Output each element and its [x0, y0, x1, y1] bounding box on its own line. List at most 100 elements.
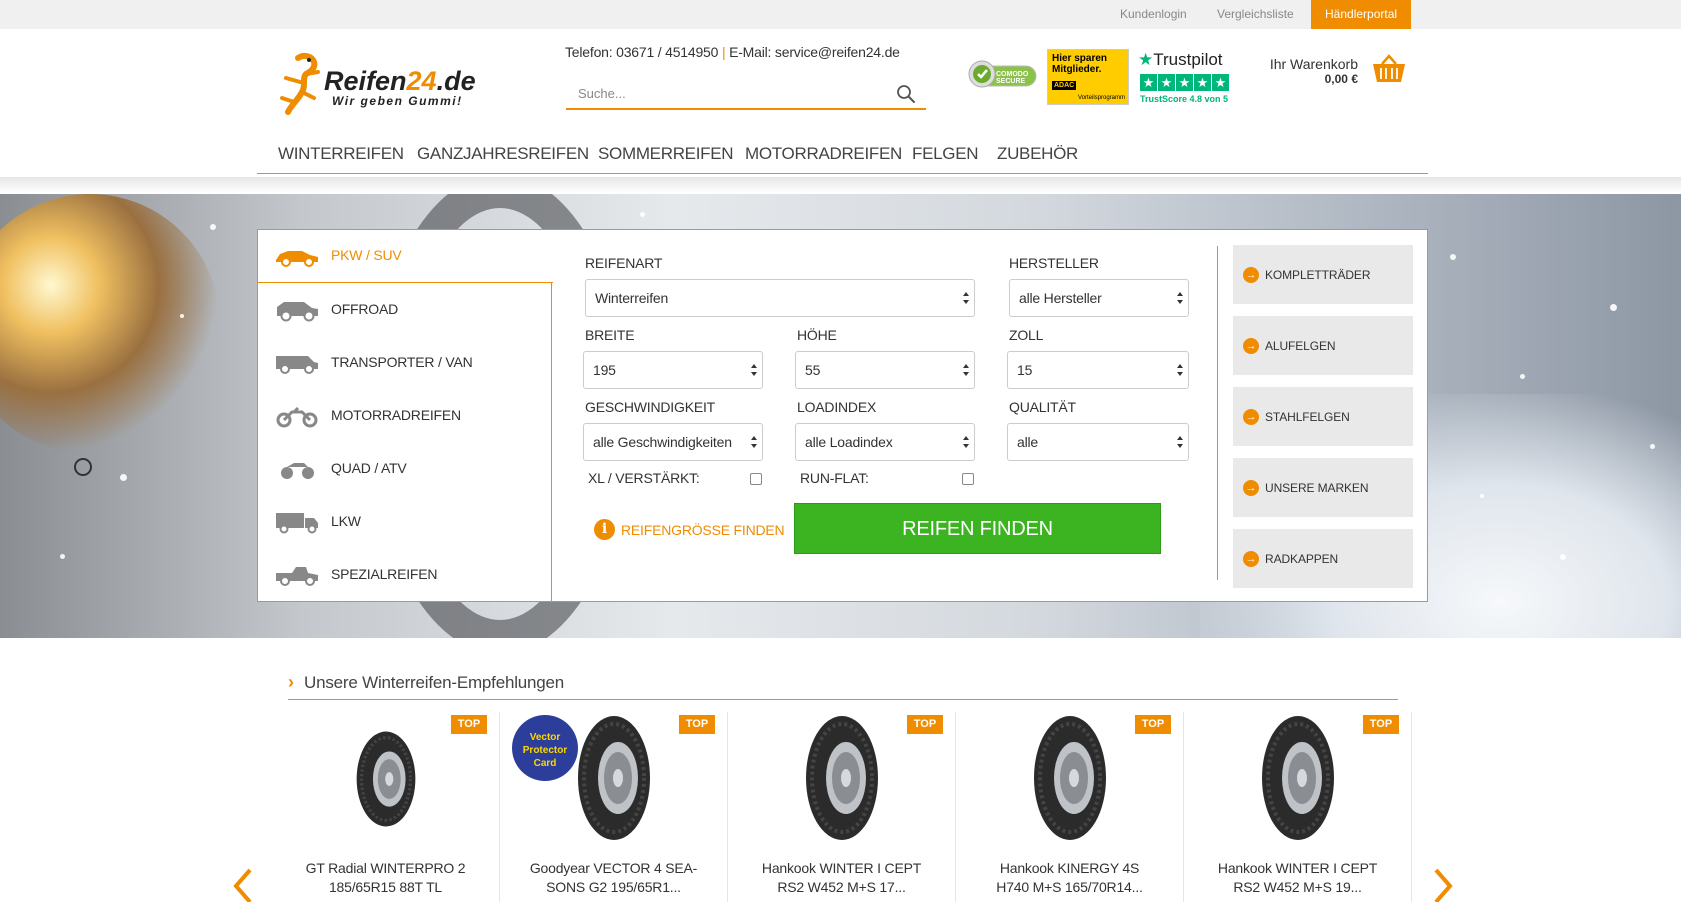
product-name[interactable]: Goodyear VECTOR 4 SEA- SONS G2 195/65R1..…	[500, 859, 727, 897]
tab-motorradreifen[interactable]: MOTORRADREIFEN	[258, 390, 552, 443]
quick-link-alufelgen[interactable]: → ALUFELGEN	[1233, 316, 1413, 375]
logo-wordmark: Reifen24.de	[324, 66, 476, 96]
runflat-checkbox[interactable]	[962, 473, 974, 485]
zoll-select[interactable]: 15	[1007, 351, 1189, 389]
hoehe-select[interactable]: 55	[795, 351, 975, 389]
comodo-label: COMODO SECURE	[996, 71, 1029, 85]
trustpilot-rating-stars: ★ ★ ★ ★ ★	[1140, 74, 1230, 92]
special-vehicle-icon	[276, 567, 318, 586]
search-bar	[566, 78, 926, 110]
select-arrows-icon	[1177, 292, 1183, 304]
quick-link-komplettraeder[interactable]: → KOMPLETTRÄDER	[1233, 245, 1413, 304]
tab-label: PKW / SUV	[331, 247, 402, 263]
customer-login-link[interactable]: Kundenlogin	[1120, 0, 1187, 29]
select-arrows-icon	[1177, 436, 1183, 448]
tab-pkw-suv[interactable]: PKW / SUV	[258, 230, 553, 283]
star-icon: ★	[1194, 74, 1211, 91]
tab-label: TRANSPORTER / VAN	[331, 354, 473, 370]
hersteller-select[interactable]: alle Hersteller	[1009, 279, 1189, 317]
product-card[interactable]: TOP Hankook WINTER I CEPT RS2 W452 M+S 17.…	[728, 712, 956, 902]
cart-label[interactable]: Ihr Warenkorb	[1240, 56, 1358, 72]
comodo-secure-badge[interactable]: COMODO SECURE	[968, 56, 1038, 92]
search-input[interactable]	[566, 78, 886, 108]
tab-offroad[interactable]: OFFROAD	[258, 284, 552, 337]
xl-checkbox[interactable]	[750, 473, 762, 485]
quick-link-unsere-marken[interactable]: → UNSERE MARKEN	[1233, 458, 1413, 517]
nav-zubehoer[interactable]: ZUBEHÖR	[997, 144, 1078, 164]
product-card[interactable]: TOP GT Radial WINTERPRO 2 185/65R15 88T TL	[272, 712, 500, 902]
cart-value: 0,00 €	[1324, 72, 1358, 86]
star-icon: ★	[1140, 74, 1157, 91]
carousel-prev-arrow-icon[interactable]	[230, 866, 254, 902]
van-icon	[276, 356, 318, 374]
finder-divider	[1217, 246, 1218, 580]
nav-motorradreifen[interactable]: MOTORRADREIFEN	[745, 144, 902, 164]
find-tire-size-label: REIFENGRÖSSE FINDEN	[621, 522, 785, 538]
top-badge: TOP	[679, 715, 715, 734]
email-address[interactable]: E-Mail: service@reifen24.de	[729, 44, 900, 60]
tab-quad-atv[interactable]: QUAD / ATV	[258, 443, 552, 496]
geschwindigkeit-select[interactable]: alle Geschwindigkeiten	[583, 423, 763, 461]
adac-sub: Vorteilsprogramm	[1078, 95, 1126, 101]
tab-transporter-van[interactable]: TRANSPORTER / VAN	[258, 337, 552, 390]
arrow-right-icon: →	[1243, 551, 1259, 567]
select-arrows-icon	[751, 436, 757, 448]
offroad-car-icon	[277, 302, 318, 322]
quick-link-stahlfelgen[interactable]: → STAHLFELGEN	[1233, 387, 1413, 446]
nav-ganzjahresreifen[interactable]: GANZJAHRESREIFEN	[417, 144, 589, 164]
tire-image	[577, 716, 650, 840]
carousel-next-arrow-icon[interactable]	[1432, 866, 1456, 902]
product-card[interactable]: TOP Hankook WINTER I CEPT RS2 W452 M+S 19.…	[1184, 712, 1412, 902]
nav-sommerreifen[interactable]: SOMMERREIFEN	[598, 144, 734, 164]
trustpilot-badge[interactable]: ★Trustpilot ★ ★ ★ ★ ★ TrustScore 4.8 von 5	[1138, 50, 1234, 106]
site-logo[interactable]: Reifen24.de Wir geben Gummi!	[278, 52, 478, 118]
vehicle-type-tabs: PKW / SUV OFFROAD TRANSPORTER / VAN MOTO…	[258, 230, 553, 602]
recommendations-title: Unsere Winterreifen-Empfehlungen	[304, 673, 565, 692]
promo-badge: Vector Protector Card	[512, 715, 578, 781]
tire-finder: PKW / SUV OFFROAD TRANSPORTER / VAN MOTO…	[257, 229, 1428, 602]
reifenart-select[interactable]: Winterreifen	[585, 279, 975, 317]
nav-felgen[interactable]: FELGEN	[912, 144, 979, 164]
quick-link-radkappen[interactable]: → RADKAPPEN	[1233, 529, 1413, 588]
product-name[interactable]: Hankook KINERGY 4S H740 M+S 165/70R14...	[956, 859, 1183, 897]
qualitaet-select[interactable]: alle	[1007, 423, 1189, 461]
dealer-portal-link[interactable]: Händlerportal	[1311, 0, 1412, 29]
xl-label: XL / VERSTÄRKT:	[588, 470, 700, 486]
adac-badge[interactable]: Hier sparen Mitglieder. ADAC Vorteilsprog…	[1047, 49, 1129, 105]
tab-label: LKW	[331, 513, 361, 529]
hoehe-label: HÖHE	[797, 327, 837, 343]
logo-slogan: Wir geben Gummi!	[332, 94, 463, 108]
adac-text: Hier sparen Mitglieder.	[1052, 53, 1108, 75]
nav-winterreifen[interactable]: WINTERREIFEN	[278, 144, 404, 164]
tab-label: MOTORRADREIFEN	[331, 407, 461, 423]
phone-number: Telefon: 03671 / 4514950	[565, 44, 719, 60]
qualitaet-label: QUALITÄT	[1009, 399, 1076, 415]
basket-icon[interactable]	[1372, 54, 1406, 84]
find-tires-button[interactable]: REIFEN FINDEN	[794, 503, 1161, 554]
top-badge: TOP	[451, 715, 487, 734]
star-icon: ★	[1176, 74, 1193, 91]
select-arrows-icon	[1177, 364, 1183, 376]
contact-info: Telefon: 03671 / 4514950 | E-Mail: servi…	[565, 44, 900, 60]
breite-label: BREITE	[585, 327, 635, 343]
search-icon[interactable]	[896, 84, 916, 104]
breite-select[interactable]: 195	[583, 351, 763, 389]
loadindex-select[interactable]: alle Loadindex	[795, 423, 975, 461]
product-card[interactable]: TOP Hankook KINERGY 4S H740 M+S 165/70R14.…	[956, 712, 1184, 902]
tab-spezialreifen[interactable]: SPEZIALREIFEN	[258, 549, 552, 602]
car-icon	[276, 251, 318, 267]
reifenart-label: REIFENART	[585, 255, 663, 271]
product-name[interactable]: GT Radial WINTERPRO 2 185/65R15 88T TL	[272, 859, 499, 897]
runflat-label: RUN-FLAT:	[800, 470, 869, 486]
tab-lkw[interactable]: LKW	[258, 496, 552, 549]
trustscore: TrustScore 4.8 von 5	[1140, 94, 1229, 104]
product-card[interactable]: Vector Protector Card TOP Goodyear VECTOR …	[500, 712, 728, 902]
arrow-right-icon: →	[1243, 480, 1259, 496]
compare-list-link[interactable]: Vergleichsliste	[1217, 0, 1294, 29]
quad-icon	[281, 463, 314, 479]
product-name[interactable]: Hankook WINTER I CEPT RS2 W452 M+S 19...	[1184, 859, 1411, 897]
tire-image	[1261, 716, 1334, 840]
hersteller-label: HERSTELLER	[1009, 255, 1099, 271]
headlight-image	[0, 194, 220, 454]
product-name[interactable]: Hankook WINTER I CEPT RS2 W452 M+S 17...	[728, 859, 955, 897]
